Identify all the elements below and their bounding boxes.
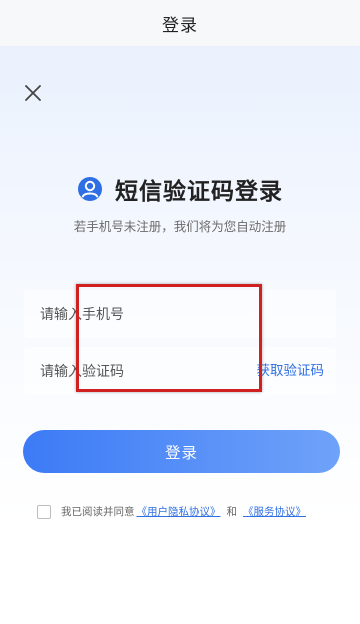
agreement-prefix: 我已阅读并同意 (61, 506, 135, 518)
agreement-checkbox[interactable] (37, 504, 51, 519)
login-button[interactable]: 登录 (23, 430, 340, 473)
get-code-button[interactable]: 获取验证码 (257, 347, 325, 395)
agreement-and: 和 (226, 506, 238, 518)
login-heading: 短信验证码登录 (0, 172, 360, 206)
phone-field (24, 290, 336, 340)
top-bar: 登录 (0, 0, 360, 46)
login-button-label: 登录 (164, 443, 198, 462)
user-circle-icon (78, 177, 102, 201)
phone-input[interactable] (38, 290, 262, 340)
service-agreement-link[interactable]: 《服务协议》 (243, 504, 306, 519)
agreement-row: 我已阅读并同意 《用户隐私协议》 和 《服务协议》 (37, 503, 308, 520)
heading-text: 短信验证码登录 (115, 179, 283, 205)
auto-register-hint: 若手机号未注册，我们将为您自动注册 (73, 219, 287, 234)
verification-code-input[interactable] (38, 347, 262, 397)
code-field: 获取验证码 (24, 347, 336, 397)
page-title: 登录 (162, 15, 198, 36)
close-icon[interactable] (22, 82, 44, 104)
privacy-agreement-link[interactable]: 《用户隐私协议》 (137, 504, 221, 519)
login-page: 登录 短信验证码登录 若手机号未注册，我们将为您自动注册 获取验证码 登录 我已… (0, 0, 360, 624)
